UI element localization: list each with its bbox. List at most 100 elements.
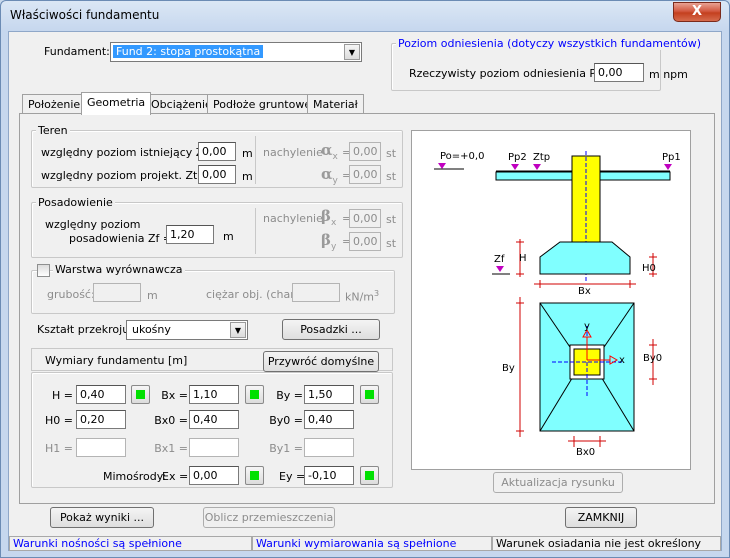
thickness-input[interactable]: [93, 283, 141, 302]
by-input[interactable]: 1,50: [304, 385, 354, 404]
alpha-x-unit: st: [386, 147, 397, 160]
alpha-x-symbol: αx: [321, 141, 338, 162]
zt-unit: m: [242, 147, 253, 160]
weight-unit: kN/m3: [345, 289, 380, 304]
ex-input[interactable]: 0,00: [189, 466, 239, 485]
bx-label-drawing: Bx: [578, 286, 591, 297]
bx-green-button[interactable]: [245, 385, 264, 404]
beta-y-symbol: βy: [321, 231, 337, 252]
ex-green-button[interactable]: [245, 466, 264, 485]
fundament-select-value: Fund 2: stopa prostokątna: [113, 45, 264, 58]
footing-section: [539, 241, 631, 275]
fundament-select[interactable]: Fund 2: stopa prostokątna ▼: [110, 42, 362, 62]
properties-window: Właściwości fundamentu X Fundament: Fund…: [0, 0, 730, 558]
bx0-label-drawing: Bx0: [576, 447, 595, 458]
zf-marker: [496, 266, 504, 272]
h0-label: H0 =: [45, 414, 73, 427]
weight-label: ciężar obj. (char.):: [206, 288, 306, 301]
ztp-label: względny poziom projekt. Ztp =: [41, 169, 218, 182]
ex-label: Ex =: [162, 470, 189, 483]
shape-select[interactable]: ukośny ▼: [126, 320, 248, 340]
beta-x-unit: st: [386, 213, 397, 226]
zf-label-line2: posadowienia Zf =: [69, 232, 173, 245]
posadowienie-separator: [255, 208, 256, 254]
h-green-button[interactable]: [131, 385, 150, 404]
ztp-input[interactable]: 0,00: [198, 165, 236, 184]
window-close-button[interactable]: X: [673, 2, 721, 22]
bx-input[interactable]: 1,10: [189, 385, 239, 404]
zf-input[interactable]: 1,20: [166, 225, 214, 244]
by-green-button[interactable]: [360, 385, 379, 404]
foundation-drawing: Po=+0,0 Pp2 Ztp Pp1 Zf H H0 Bx x y By By…: [411, 130, 691, 470]
status-bar: Warunki nośności są spełnione Warunki wy…: [9, 536, 721, 551]
zf-label-line1: względny poziom: [45, 218, 141, 231]
shape-label: Kształt przekroju:: [37, 323, 133, 336]
bx1-input[interactable]: [189, 438, 239, 457]
tab-polozenie[interactable]: Położenie: [22, 94, 87, 114]
chevron-down-icon[interactable]: ▼: [344, 44, 360, 60]
show-results-button[interactable]: Pokaż wyniki ...: [50, 507, 154, 528]
weight-input[interactable]: [292, 283, 340, 302]
teren-group-title: Teren: [36, 124, 70, 137]
beta-y-input[interactable]: 0,00: [349, 232, 381, 251]
x-axis-label: x: [619, 355, 625, 366]
update-drawing-button[interactable]: Aktualizacja rysunku: [493, 472, 623, 493]
by-label: By =: [276, 389, 303, 402]
zt-input[interactable]: 0,00: [198, 142, 236, 161]
tab-material[interactable]: Materiał: [307, 94, 364, 114]
close-button[interactable]: ZAMKNIJ: [565, 507, 637, 528]
by0-label: By0 =: [269, 414, 303, 427]
zt-label: względny poziom istniejący Zt =: [41, 146, 221, 159]
alpha-y-symbol: αy: [321, 165, 338, 186]
alpha-y-unit: st: [386, 170, 397, 183]
h-input[interactable]: 0,40: [76, 385, 126, 404]
reference-level-input[interactable]: 0,00: [594, 63, 644, 82]
warstwa-checkbox[interactable]: [37, 264, 50, 277]
teren-slope-label: nachylenie: [263, 146, 323, 159]
h1-label: H1 =: [45, 442, 73, 455]
restore-defaults-button[interactable]: Przywróć domyślne: [263, 351, 379, 372]
alpha-x-input[interactable]: 0,00: [349, 142, 381, 161]
status-bearing: Warunki nośności są spełnione: [9, 536, 252, 551]
beta-x-input[interactable]: 0,00: [349, 209, 381, 228]
po-marker: [438, 163, 446, 169]
posadzki-button[interactable]: Posadzki ...: [282, 319, 380, 340]
bx0-label: Bx0 =: [154, 414, 188, 427]
bx0-input[interactable]: 0,40: [189, 410, 239, 429]
ztp-unit: m: [242, 170, 253, 183]
pp1-label: Pp1: [662, 152, 681, 163]
mimosrody-label: Mimośrody:: [103, 470, 167, 483]
by1-input[interactable]: [304, 438, 354, 457]
status-settlement: Warunek osiadania nie jest określony: [492, 536, 721, 551]
window-title: Właściwości fundamentu: [10, 8, 160, 22]
title-bar[interactable]: Właściwości fundamentu X: [1, 1, 729, 31]
alpha-y-input[interactable]: 0,00: [349, 165, 381, 184]
tab-geometria[interactable]: Geometria: [81, 92, 152, 115]
zf-label: Zf: [494, 254, 505, 265]
ey-green-button[interactable]: [360, 466, 379, 485]
h-label: H =: [52, 389, 73, 402]
h-label-drawing: H: [519, 253, 527, 264]
teren-separator: [255, 136, 256, 184]
by-label-drawing: By: [502, 363, 515, 374]
pp1-marker: [664, 164, 672, 170]
po-label: Po=+0,0: [440, 151, 484, 162]
reference-level-group-title: Poziom odniesienia (dotyczy wszystkich f…: [396, 37, 704, 50]
y-axis-label: y: [584, 321, 590, 332]
h0-input[interactable]: 0,20: [76, 410, 126, 429]
by0-input[interactable]: 0,40: [304, 410, 354, 429]
ey-input[interactable]: -0,10: [304, 466, 354, 485]
by0-label-drawing: By0: [643, 353, 662, 364]
warstwa-label[interactable]: Warstwa wyrównawcza: [53, 263, 185, 276]
tab-podloze-gruntowe[interactable]: Podłoże gruntowe: [207, 94, 318, 114]
pp2-label: Pp2: [508, 152, 527, 163]
fundament-label: Fundament:: [44, 45, 110, 58]
h1-input[interactable]: [76, 438, 126, 457]
compute-displacement-button[interactable]: Oblicz przemieszczenia: [203, 507, 335, 528]
bx-label: Bx =: [161, 389, 188, 402]
posadowienie-slope-label: nachylenie: [263, 212, 323, 225]
ey-label: Ey =: [279, 470, 306, 483]
beta-x-symbol: βx: [321, 207, 337, 228]
beta-y-unit: st: [386, 237, 397, 250]
chevron-down-icon[interactable]: ▼: [230, 322, 246, 338]
